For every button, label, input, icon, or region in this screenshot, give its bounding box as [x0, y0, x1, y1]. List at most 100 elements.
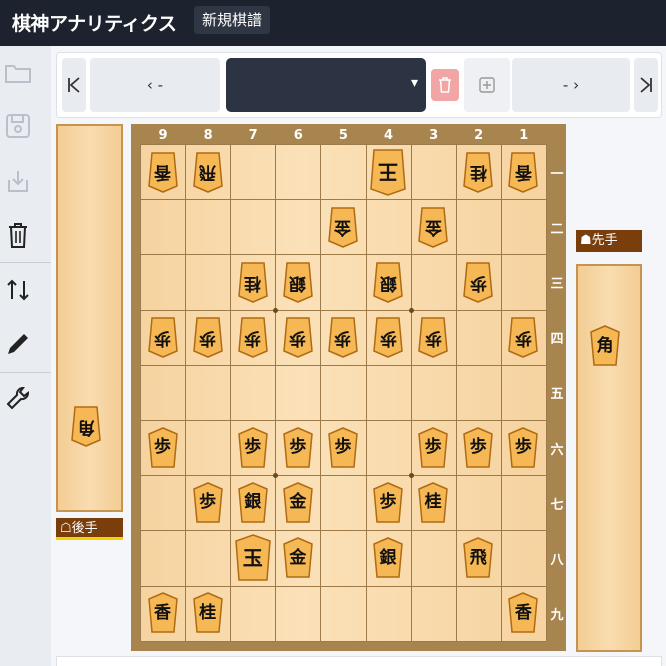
sente-piece[interactable]: 金	[282, 481, 314, 525]
star-point	[273, 307, 279, 313]
grid-line	[140, 254, 546, 256]
grid-line	[500, 144, 502, 641]
gote-piece[interactable]: 飛	[192, 150, 224, 194]
gote-piece[interactable]: 歩	[147, 315, 179, 359]
gote-hand-piece[interactable]: 角	[70, 404, 102, 448]
file-label: 2	[474, 128, 484, 143]
star-point	[408, 473, 414, 479]
sente-piece[interactable]: 桂	[192, 591, 224, 635]
sente-piece[interactable]: 香	[507, 591, 539, 635]
gote-piece[interactable]: 歩	[417, 315, 449, 359]
file-label: 9	[158, 128, 168, 143]
delete-move-button[interactable]	[431, 69, 459, 101]
grid-line	[275, 144, 277, 641]
trash-icon[interactable]	[4, 221, 32, 249]
sente-piece[interactable]: 玉	[234, 533, 272, 583]
next-move-button[interactable]: - ›	[512, 58, 630, 112]
sidebar-divider	[0, 262, 51, 263]
sente-piece[interactable]: 歩	[192, 481, 224, 525]
rank-label: 一	[550, 166, 564, 182]
rank-label: 九	[550, 608, 564, 624]
first-move-icon	[68, 77, 80, 93]
sente-piece[interactable]: 歩	[462, 426, 494, 470]
sente-hand-piece[interactable]: 角	[589, 324, 621, 368]
gote-piece[interactable]: 香	[507, 150, 539, 194]
rank-label: 四	[550, 332, 564, 348]
gote-piece[interactable]: 桂	[237, 260, 269, 304]
wrench-icon[interactable]	[4, 384, 32, 412]
gote-piece[interactable]: 歩	[507, 315, 539, 359]
gote-piece[interactable]: 王	[369, 147, 407, 197]
file-label: 8	[203, 128, 213, 143]
sente-piece[interactable]: 歩	[417, 426, 449, 470]
sente-piece[interactable]: 銀	[372, 536, 404, 580]
gote-piece[interactable]: 歩	[327, 315, 359, 359]
grid-line	[140, 475, 546, 477]
gote-piece[interactable]: 銀	[372, 260, 404, 304]
gote-piece[interactable]: 歩	[282, 315, 314, 359]
grid-line	[140, 309, 546, 311]
sente-hand-stand: 角	[576, 264, 642, 652]
last-move-button[interactable]	[634, 58, 658, 112]
star-point	[408, 307, 414, 313]
gote-piece[interactable]: 歩	[192, 315, 224, 359]
prev-move-button[interactable]: ‹ -	[90, 58, 220, 112]
gote-piece[interactable]: 桂	[462, 150, 494, 194]
grid-line	[140, 585, 546, 587]
grid-line	[140, 199, 546, 201]
sente-piece[interactable]: 銀	[237, 481, 269, 525]
rank-label: 二	[550, 221, 564, 237]
grid-line	[140, 364, 546, 366]
gote-piece[interactable]: 歩	[462, 260, 494, 304]
grid-line	[320, 144, 322, 641]
grid-line	[365, 144, 367, 641]
last-move-icon	[640, 77, 652, 93]
grid-line	[455, 144, 457, 641]
sente-piece[interactable]: 歩	[372, 481, 404, 525]
top-bar: 棋神アナリティクス 新規棋譜	[0, 0, 666, 46]
gote-piece[interactable]: 香	[147, 150, 179, 194]
gote-piece[interactable]: 歩	[372, 315, 404, 359]
swap-vertical-icon[interactable]	[4, 276, 32, 304]
sente-piece[interactable]: 桂	[417, 481, 449, 525]
sente-piece[interactable]: 歩	[507, 426, 539, 470]
sente-piece[interactable]: 歩	[282, 426, 314, 470]
first-move-button[interactable]	[62, 58, 86, 112]
variation-select[interactable]: ▾	[226, 58, 426, 112]
sidebar	[0, 46, 51, 666]
file-label: 4	[383, 128, 394, 143]
rank-label: 六	[550, 442, 564, 458]
folder-open-icon[interactable]	[4, 58, 32, 86]
bottom-panel	[56, 656, 662, 666]
gote-piece[interactable]: 金	[417, 205, 449, 249]
plus-square-icon	[479, 77, 495, 93]
gote-piece[interactable]: 歩	[237, 315, 269, 359]
file-label: 5	[338, 128, 348, 143]
trash-icon	[439, 77, 451, 93]
grid-line	[545, 144, 547, 641]
sente-piece[interactable]: 歩	[147, 426, 179, 470]
chevron-down-icon: ▾	[410, 75, 418, 91]
gote-piece[interactable]: 金	[327, 205, 359, 249]
pen-icon[interactable]	[4, 330, 32, 358]
grid-line	[140, 144, 141, 641]
grid-line	[140, 420, 546, 421]
rank-label: 三	[550, 277, 564, 292]
sente-piece[interactable]: 飛	[462, 536, 494, 580]
app-title: 棋神アナリティクス	[12, 13, 177, 35]
sente-piece[interactable]: 歩	[327, 426, 359, 470]
download-icon[interactable]	[4, 167, 32, 195]
gote-piece[interactable]: 銀	[282, 260, 314, 304]
file-label: 6	[293, 128, 303, 143]
add-branch-button[interactable]	[464, 58, 510, 112]
sente-player-label: ☗先手	[576, 230, 642, 252]
save-icon[interactable]	[4, 112, 32, 140]
gote-player-label: ☖後手	[56, 518, 123, 540]
rank-label: 八	[550, 553, 564, 568]
gote-hand-stand: 角	[56, 124, 123, 512]
sente-piece[interactable]: 歩	[237, 426, 269, 470]
grid-line	[185, 144, 187, 641]
sente-piece[interactable]: 金	[282, 536, 314, 580]
new-game-button[interactable]: 新規棋譜	[194, 6, 271, 34]
sente-piece[interactable]: 香	[147, 591, 179, 635]
